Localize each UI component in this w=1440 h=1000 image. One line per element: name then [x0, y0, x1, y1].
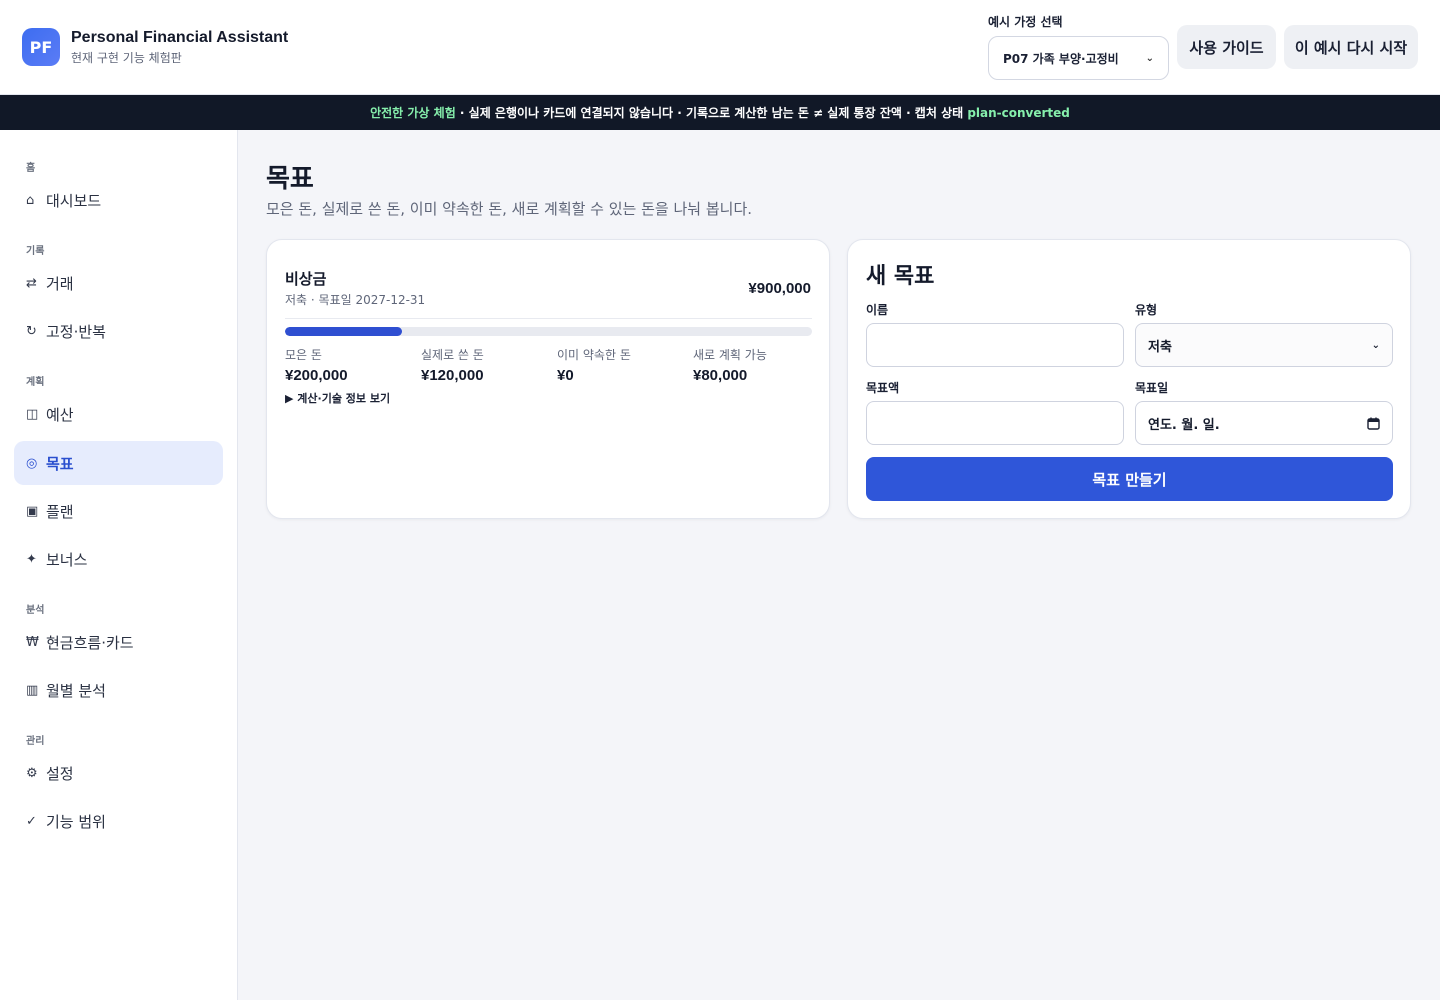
restart-example-button[interactable]: 이 예시 다시 시작 — [1284, 25, 1418, 69]
goal-amount-input[interactable] — [866, 401, 1124, 445]
chevron-down-icon: ⌄ — [1371, 339, 1380, 351]
page-title: 목표 — [266, 164, 314, 194]
home-icon: ⌂ — [26, 192, 35, 208]
calculation-details-toggle[interactable]: ▶ 계산·기술 정보 보기 — [285, 390, 390, 406]
sidebar-nav: 홈 ⌂ 대시보드 기록 ⇄ 거래 ↻ 고정·반복 계획 ◫ 예산 ◎ 목표 ▣ … — [0, 130, 238, 1000]
target-icon: ◎ — [26, 455, 38, 471]
sidebar-item-bonus[interactable]: ✦ 보너스 — [14, 537, 223, 581]
nav-group-manage: 관리 — [26, 736, 45, 747]
sidebar-item-label: 보너스 — [46, 550, 88, 569]
stat-spent: 실제로 쓴 돈 ¥120,000 — [421, 346, 551, 384]
banner-text: · 실제 은행이나 카드에 연결되지 않습니다 · 기록으로 계산한 남는 돈 … — [455, 106, 968, 120]
sidebar-item-budget[interactable]: ◫ 예산 — [14, 392, 223, 436]
sidebar-item-label: 월별 분석 — [46, 681, 106, 700]
app-title: Personal Financial Assistant — [71, 29, 289, 46]
sidebar-item-scope[interactable]: ✓ 기능 범위 — [14, 799, 223, 843]
sidebar-item-label: 플랜 — [46, 502, 74, 521]
nav-group-plan: 계획 — [26, 377, 45, 388]
amount-label: 목표액 — [866, 381, 900, 395]
refresh-icon: ↻ — [26, 323, 37, 339]
sparkle-icon: ✦ — [26, 551, 37, 567]
swap-icon: ⇄ — [26, 275, 37, 291]
nav-group-home: 홈 — [26, 163, 36, 174]
sidebar-item-label: 예산 — [46, 405, 74, 424]
sidebar-item-label: 거래 — [46, 274, 74, 293]
banner-highlight: 안전한 가상 체험 — [370, 106, 456, 120]
goal-name-input[interactable] — [866, 323, 1124, 367]
won-icon: ₩ — [26, 634, 39, 650]
sidebar-item-cashflow[interactable]: ₩ 현금흐름·카드 — [14, 620, 223, 664]
nav-group-records: 기록 — [26, 246, 45, 257]
sidebar-item-plan[interactable]: ▣ 플랜 — [14, 489, 223, 533]
goal-progress-bar — [285, 327, 812, 336]
create-goal-button[interactable]: 목표 만들기 — [866, 457, 1393, 501]
sidebar-item-settings[interactable]: ⚙ 설정 — [14, 751, 223, 795]
stat-label: 이미 약속한 돈 — [557, 348, 631, 362]
sidebar-item-goals[interactable]: ◎ 목표 — [14, 441, 223, 485]
sidebar-item-label: 기능 범위 — [46, 812, 106, 831]
stat-committed: 이미 약속한 돈 ¥0 — [557, 346, 687, 384]
sidebar-item-label: 현금흐름·카드 — [46, 633, 134, 652]
calendar-icon[interactable] — [1367, 417, 1380, 430]
household-select[interactable]: P07 가족 부양·고정비 ⌄ — [988, 36, 1169, 80]
top-header: PF Personal Financial Assistant 현재 구현 기능… — [0, 0, 1440, 95]
goal-date-input[interactable]: 연도. 월. 일. — [1135, 401, 1393, 445]
bar-chart-icon: ▥ — [26, 682, 39, 698]
goal-type-select-value: 저축 — [1148, 339, 1172, 355]
sidebar-item-label: 설정 — [46, 764, 74, 783]
household-select-label: 예시 가정 선택 — [988, 15, 1063, 29]
demo-safety-banner: 안전한 가상 체험 · 실제 은행이나 카드에 연결되지 않습니다 · 기록으로… — [0, 95, 1440, 130]
stat-value: ¥120,000 — [421, 367, 484, 384]
sidebar-item-label: 대시보드 — [46, 191, 102, 210]
name-label: 이름 — [866, 303, 889, 317]
stat-available: 새로 계획 가능 ¥80,000 — [693, 346, 823, 384]
goal-target-amount: ¥900,000 — [748, 280, 811, 297]
sidebar-item-recurring[interactable]: ↻ 고정·반복 — [14, 309, 223, 353]
app-subtitle: 현재 구현 기능 체험판 — [71, 51, 182, 65]
sidebar-item-dashboard[interactable]: ⌂ 대시보드 — [14, 178, 223, 222]
new-goal-title: 새 목표 — [866, 264, 935, 289]
app-logo: PF — [22, 28, 60, 66]
type-label: 유형 — [1135, 303, 1158, 317]
stat-saved: 모은 돈 ¥200,000 — [285, 346, 415, 384]
goal-date-placeholder: 연도. 월. 일. — [1148, 417, 1220, 433]
stat-value: ¥200,000 — [285, 367, 348, 384]
stat-label: 새로 계획 가능 — [693, 348, 767, 362]
goal-type-select[interactable]: 저축 ⌄ — [1135, 323, 1393, 367]
sidebar-item-transactions[interactable]: ⇄ 거래 — [14, 261, 223, 305]
plan-icon: ▣ — [26, 503, 39, 519]
budget-icon: ◫ — [26, 406, 39, 422]
stat-value: ¥80,000 — [693, 367, 748, 384]
sidebar-item-label: 목표 — [46, 454, 74, 473]
goal-card: 비상금 저축 · 목표일 2027-12-31 ¥900,000 모은 돈 ¥2… — [266, 239, 830, 519]
check-icon: ✓ — [26, 813, 37, 829]
gear-icon: ⚙ — [26, 765, 38, 781]
chevron-down-icon: ⌄ — [1145, 52, 1154, 64]
household-select-value: P07 가족 부양·고정비 — [1003, 51, 1119, 66]
stat-value: ¥0 — [557, 367, 574, 384]
stat-label: 모은 돈 — [285, 348, 322, 362]
divider — [285, 318, 812, 319]
guide-button[interactable]: 사용 가이드 — [1177, 25, 1276, 69]
new-goal-form: 새 목표 이름 유형 저축 ⌄ 목표액 목표일 연도. 월. 일. 목표 만들기 — [847, 239, 1411, 519]
stat-label: 실제로 쓴 돈 — [421, 348, 484, 362]
goal-name: 비상금 — [285, 270, 327, 288]
sidebar-item-label: 고정·반복 — [46, 322, 106, 341]
sidebar-item-monthly[interactable]: ▥ 월별 분석 — [14, 668, 223, 712]
date-label: 목표일 — [1135, 381, 1169, 395]
banner-state: plan-converted — [967, 105, 1070, 120]
goal-progress-fill — [285, 327, 402, 336]
page-description: 모은 돈, 실제로 쓴 돈, 이미 약속한 돈, 새로 계획할 수 있는 돈을 … — [266, 200, 753, 218]
nav-group-analysis: 분석 — [26, 605, 45, 616]
goal-meta: 저축 · 목표일 2027-12-31 — [285, 293, 426, 307]
